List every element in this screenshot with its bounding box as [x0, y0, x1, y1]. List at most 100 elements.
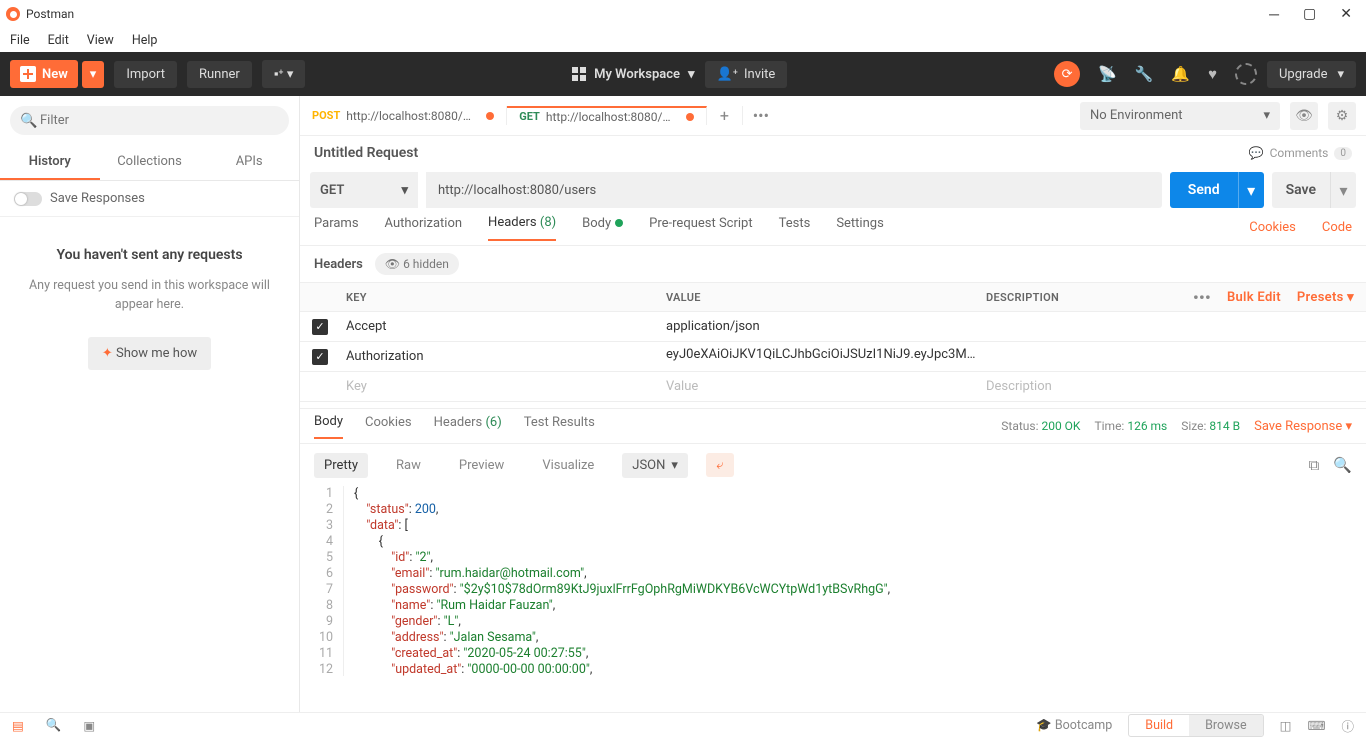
empty-title: You haven't sent any requests [18, 247, 281, 263]
request-tab-1[interactable]: GET http://localhost:8080/users [507, 106, 707, 125]
minimize-button[interactable]: ─ [1269, 6, 1279, 23]
maximize-button[interactable]: ▢ [1303, 6, 1316, 23]
env-settings-button[interactable]: ⚙ [1328, 102, 1356, 130]
send-dropdown[interactable]: ▾ [1238, 172, 1264, 208]
help-icon[interactable]: ⓘ [1341, 716, 1354, 735]
view-visualize[interactable]: Visualize [532, 453, 604, 478]
view-raw[interactable]: Raw [386, 453, 431, 478]
view-pretty[interactable]: Pretty [314, 453, 368, 478]
show-me-how-button[interactable]: ✦ Show me how [88, 337, 211, 370]
header-row[interactable]: ✓ Accept application/json [300, 312, 1366, 342]
save-responses-toggle[interactable] [14, 192, 42, 206]
tab-params[interactable]: Params [314, 216, 359, 240]
menu-help[interactable]: Help [132, 33, 158, 48]
format-selector[interactable]: JSON ▾ [622, 453, 688, 478]
cookies-link[interactable]: Cookies [1249, 220, 1296, 235]
invite-button[interactable]: 👤⁺ Invite [705, 61, 788, 88]
bulk-edit-link[interactable]: Bulk Edit [1227, 290, 1281, 305]
wrap-lines-icon[interactable]: ⤶ [706, 453, 734, 477]
resp-tab-headers[interactable]: Headers (6) [434, 415, 502, 438]
window-title: Postman [26, 7, 74, 21]
tab-prerequest[interactable]: Pre-request Script [649, 216, 752, 240]
close-button[interactable]: ✕ [1340, 6, 1352, 23]
import-button[interactable]: Import [114, 61, 177, 88]
sidebar-toggle-icon[interactable]: ▤ [12, 718, 24, 734]
capture-icon[interactable]: 📡 [1098, 65, 1117, 83]
chevron-down-icon: ▾ [1337, 67, 1344, 82]
chevron-down-icon: ▾ [1263, 108, 1270, 123]
tab-options-button[interactable]: ••• [743, 106, 779, 125]
filter-input[interactable] [10, 106, 289, 135]
save-responses-label: Save Responses [50, 191, 145, 206]
response-body[interactable]: 123456789101112 { "status": 200, "data":… [300, 486, 1366, 676]
new-button[interactable]: New [10, 60, 78, 88]
unsaved-dot-icon [686, 113, 694, 121]
checkbox-icon[interactable]: ✓ [312, 349, 328, 365]
sparkle-icon: ✦ [102, 346, 116, 361]
sidebar-tab-history[interactable]: History [0, 145, 100, 180]
sidebar-tab-collections[interactable]: Collections [100, 145, 200, 180]
find-icon[interactable]: 🔍 [46, 718, 62, 733]
presets-link[interactable]: Presets ▾ [1297, 290, 1354, 305]
resp-tab-body[interactable]: Body [314, 414, 343, 439]
request-title[interactable]: Untitled Request [314, 145, 418, 161]
col-key: KEY [340, 291, 660, 304]
method-selector[interactable]: GET ▾ [310, 172, 418, 208]
comments-button[interactable]: 💬 Comments 0 [1249, 146, 1352, 160]
send-button[interactable]: Send [1170, 172, 1238, 208]
postman-logo-icon [6, 7, 20, 21]
two-pane-icon[interactable]: ◫ [1280, 718, 1292, 734]
empty-body: Any request you send in this workspace w… [18, 277, 281, 315]
header-row[interactable]: ✓ Authorization eyJ0eXAiOiJKV1QiLCJhbGci… [300, 342, 1366, 372]
hidden-headers-toggle[interactable]: 👁 6 hidden [375, 253, 459, 275]
save-button[interactable]: Save [1272, 172, 1330, 208]
bootcamp-link[interactable]: 🎓 Bootcamp [1036, 718, 1112, 733]
menu-view[interactable]: View [87, 33, 114, 48]
build-browse-toggle[interactable]: Build Browse [1128, 714, 1263, 737]
tab-tests[interactable]: Tests [779, 216, 811, 240]
workspace-icon [572, 67, 586, 81]
search-response-icon[interactable]: 🔍 [1333, 456, 1352, 474]
tab-body[interactable]: Body [582, 216, 623, 240]
content-area: POST http://localhost:8080/auth/che... G… [300, 96, 1366, 712]
workspace-selector[interactable]: My Workspace ▾ [572, 67, 694, 82]
code-link[interactable]: Code [1322, 220, 1352, 235]
menu-file[interactable]: File [10, 33, 30, 48]
copy-response-icon[interactable]: ⧉ [1309, 456, 1320, 474]
env-quicklook-button[interactable]: 👁 [1290, 102, 1318, 130]
heart-icon[interactable]: ♥ [1208, 65, 1217, 83]
header-row-new[interactable]: Key Value Description [300, 372, 1366, 402]
upgrade-button[interactable]: Upgrade ▾ [1267, 61, 1356, 88]
new-dropdown[interactable]: ▾ [82, 61, 105, 88]
new-tab-button[interactable]: + [707, 106, 743, 125]
tab-settings[interactable]: Settings [836, 216, 883, 240]
window-titlebar: Postman ─ ▢ ✕ [0, 0, 1366, 28]
tab-authorization[interactable]: Authorization [385, 216, 463, 240]
tab-headers[interactable]: Headers (8) [488, 215, 556, 241]
settings-wrench-icon[interactable]: 🔧 [1135, 65, 1154, 83]
status-bar: ▤ 🔍 ▣ 🎓 Bootcamp Build Browse ◫ ⌨ ⓘ [0, 712, 1366, 738]
avatar-icon[interactable] [1235, 63, 1257, 85]
save-response-link[interactable]: Save Response ▾ [1254, 419, 1352, 434]
comment-icon: 💬 [1249, 146, 1264, 160]
request-tab-0[interactable]: POST http://localhost:8080/auth/che... [300, 106, 507, 125]
view-preview[interactable]: Preview [449, 453, 514, 478]
resp-tab-tests[interactable]: Test Results [524, 415, 595, 438]
sync-icon[interactable]: ⟳ [1054, 61, 1080, 87]
person-add-icon: 👤⁺ [717, 67, 738, 82]
resp-tab-cookies[interactable]: Cookies [365, 415, 412, 438]
notifications-icon[interactable]: 🔔 [1171, 65, 1190, 83]
url-input[interactable] [426, 172, 1162, 208]
environment-selector[interactable]: No Environment ▾ [1080, 102, 1280, 130]
save-dropdown[interactable]: ▾ [1330, 172, 1356, 208]
keyboard-shortcuts-icon[interactable]: ⌨ [1307, 718, 1325, 734]
sidebar-tab-apis[interactable]: APIs [199, 145, 299, 180]
runner-button[interactable]: Runner [187, 61, 252, 88]
menu-edit[interactable]: Edit [48, 33, 69, 48]
checkbox-icon[interactable]: ✓ [312, 319, 328, 335]
main-toolbar: New ▾ Import Runner ▪⁺ ▾ My Workspace ▾ … [0, 52, 1366, 96]
console-icon[interactable]: ▣ [83, 718, 95, 734]
header-options-icon[interactable]: ••• [1193, 288, 1211, 307]
search-icon: 🔍 [20, 113, 37, 129]
open-new-button[interactable]: ▪⁺ ▾ [262, 60, 306, 88]
